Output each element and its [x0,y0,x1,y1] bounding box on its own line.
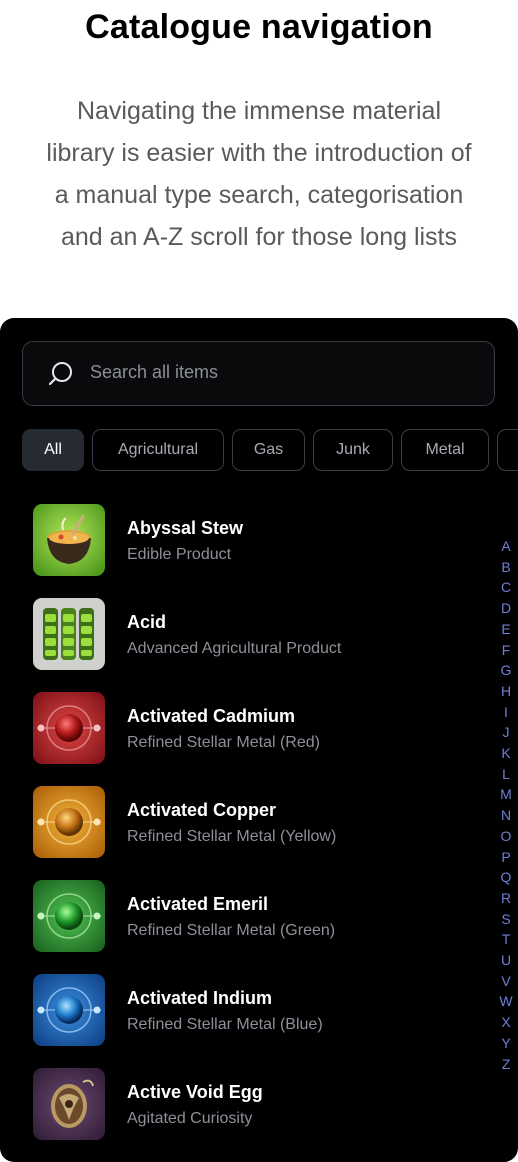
list-item[interactable]: Abyssal Stew Edible Product [32,504,472,598]
az-letter[interactable]: W [499,991,512,1012]
az-letter[interactable]: U [501,950,511,971]
subtitle-line: Navigating the immense material [76,97,442,125]
az-letter[interactable]: K [501,743,510,764]
search-placeholder: Search all items [90,362,219,382]
az-letter[interactable]: L [502,764,510,785]
catalogue-panel: Search all items All Agricultural Gas Ju… [0,318,518,1162]
blue-orb-icon [33,974,105,1046]
search-input[interactable]: Search all items [22,341,495,406]
green-orb-icon [33,880,105,952]
page-title: Catalogue navigation [85,8,433,46]
subtitle-line: library is easier with the introduction … [46,139,472,167]
item-subtitle: Edible Product [127,546,232,563]
item-subtitle: Advanced Agricultural Product [127,640,342,657]
az-letter[interactable]: S [501,909,510,930]
a-z-scroll[interactable]: A B C D E F G H I J K L M N O P Q R S T … [497,536,515,1074]
item-title: Activated Copper [127,800,277,820]
list-item[interactable]: Activated Emeril Refined Stellar Metal (… [32,880,472,974]
filter-chip-gas[interactable]: Gas [232,429,305,471]
az-letter[interactable]: H [501,681,511,702]
category-filters: All Agricultural Gas Junk Metal [22,429,518,471]
list-item[interactable]: Acid Advanced Agricultural Product [32,598,472,692]
az-letter[interactable]: E [501,619,510,640]
acid-canisters-icon [33,598,105,670]
item-subtitle: Refined Stellar Metal (Blue) [127,1016,323,1033]
item-subtitle: Agitated Curiosity [127,1110,253,1127]
list-item[interactable]: Activated Copper Refined Stellar Metal (… [32,786,472,880]
item-title: Activated Cadmium [127,706,296,726]
item-subtitle: Refined Stellar Metal (Green) [127,922,336,939]
item-title: Active Void Egg [127,1082,263,1102]
az-letter[interactable]: T [502,929,511,950]
az-letter[interactable]: O [501,826,512,847]
az-letter[interactable]: M [500,784,512,805]
az-letter[interactable]: Y [501,1033,510,1054]
red-orb-icon [33,692,105,764]
filter-chip-agricultural[interactable]: Agricultural [92,429,224,471]
filter-chip-more[interactable] [497,429,518,471]
filter-chip-metal[interactable]: Metal [401,429,489,471]
subtitle-line: a manual type search, categorisation [54,181,464,209]
item-subtitle: Refined Stellar Metal (Red) [127,734,320,751]
az-letter[interactable]: J [503,722,510,743]
list-item[interactable]: Activated Indium Refined Stellar Metal (… [32,974,472,1068]
void-egg-icon [33,1068,105,1140]
az-letter[interactable]: N [501,805,511,826]
filter-chip-junk[interactable]: Junk [313,429,393,471]
az-letter[interactable]: I [504,702,508,723]
yellow-orb-icon [33,786,105,858]
item-title: Acid [127,612,167,632]
az-letter[interactable]: R [501,888,511,909]
stew-pot-icon [33,504,105,576]
az-letter[interactable]: X [501,1012,510,1033]
az-letter[interactable]: G [501,660,512,681]
az-letter[interactable]: D [501,598,511,619]
item-subtitle: Refined Stellar Metal (Yellow) [127,828,337,845]
item-title: Activated Indium [127,988,273,1008]
list-item[interactable]: Active Void Egg Agitated Curiosity [32,1068,472,1162]
az-letter[interactable]: Q [501,867,512,888]
subtitle-line: and an A-Z scroll for those long lists [60,223,458,251]
item-title: Abyssal Stew [127,518,244,538]
filter-chip-all[interactable]: All [22,429,84,471]
search-icon [48,362,72,386]
az-letter[interactable]: A [501,536,510,557]
item-title: Activated Emeril [127,894,269,914]
az-letter[interactable]: C [501,577,511,598]
list-item[interactable]: Activated Cadmium Refined Stellar Metal … [32,692,472,786]
az-letter[interactable]: B [501,557,510,578]
az-letter[interactable]: Z [502,1054,511,1075]
page-subtitle: Navigating the immense material library … [0,90,518,258]
az-letter[interactable]: V [501,971,510,992]
az-letter[interactable]: F [502,640,511,661]
item-list: Abyssal Stew Edible Product Acid Advance… [32,504,472,1162]
az-letter[interactable]: P [501,847,510,868]
